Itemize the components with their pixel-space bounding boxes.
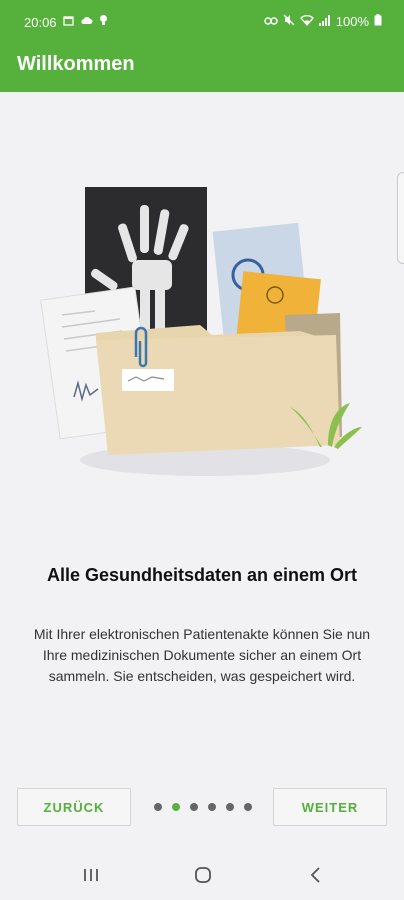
page-dot-active	[172, 803, 180, 811]
next-button[interactable]: WEITER	[273, 788, 387, 826]
home-icon[interactable]	[194, 866, 212, 884]
battery-text: 100%	[335, 14, 369, 29]
recents-icon[interactable]	[82, 867, 100, 883]
battery-icon	[374, 14, 382, 29]
documents-folder-illustration	[40, 175, 370, 485]
app-bar: Willkommen	[0, 44, 404, 92]
page-dot	[244, 803, 252, 811]
cloud-icon	[80, 16, 93, 29]
page-indicator	[154, 803, 252, 811]
back-button[interactable]: ZURÜCK	[17, 788, 131, 826]
calendar-icon	[62, 15, 74, 30]
status-bar: 20:06 100%	[0, 0, 404, 44]
back-icon[interactable]	[308, 866, 324, 884]
status-right: 100%	[264, 14, 382, 29]
page-dot	[190, 803, 198, 811]
wifi-icon	[299, 14, 314, 29]
onboarding-description: Mit Ihrer elektronischen Patientenakte k…	[33, 626, 371, 684]
onboarding-headline: Alle Gesundheitsdaten an einem Ort	[46, 565, 358, 585]
edge-panel-handle[interactable]	[397, 172, 404, 264]
page-title: Willkommen	[17, 53, 135, 75]
page-dot	[154, 803, 162, 811]
link-icon	[264, 14, 278, 29]
status-time: 20:06	[24, 14, 57, 30]
page-dot	[226, 803, 234, 811]
status-left: 20:06	[24, 14, 108, 30]
bulb-icon	[99, 14, 108, 30]
mute-icon	[283, 14, 295, 29]
page-dot	[208, 803, 216, 811]
system-nav-bar	[0, 852, 404, 900]
signal-icon	[318, 14, 331, 29]
